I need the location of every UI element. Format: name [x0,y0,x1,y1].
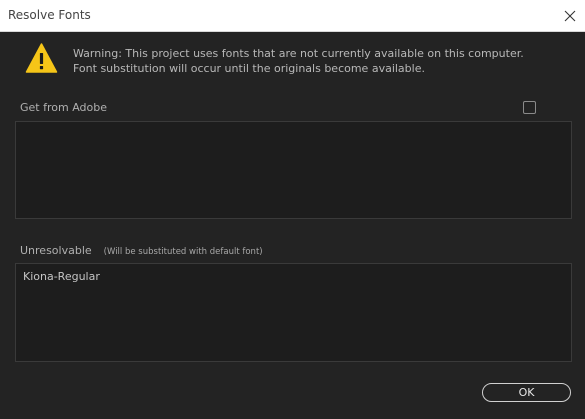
warning-message: Warning: This project uses fonts that ar… [73,47,524,75]
warning-icon [25,43,58,73]
adobe-fonts-list[interactable] [15,121,572,219]
unresolvable-label: Unresolvable (Will be substituted with de… [20,244,263,257]
close-icon [564,10,576,21]
close-button[interactable] [555,0,585,31]
ok-button[interactable]: OK [482,383,571,402]
title-bar: Resolve Fonts [0,0,585,32]
list-item[interactable]: Kiona-Regular [23,270,100,283]
unresolvable-title: Unresolvable [20,244,92,257]
unresolvable-hint: (Will be substituted with default font) [103,247,263,257]
unresolvable-fonts-list[interactable]: Kiona-Regular [15,263,572,362]
get-from-adobe-label: Get from Adobe [20,101,107,114]
window-title: Resolve Fonts [8,8,91,22]
get-from-adobe-checkbox[interactable] [523,101,536,114]
